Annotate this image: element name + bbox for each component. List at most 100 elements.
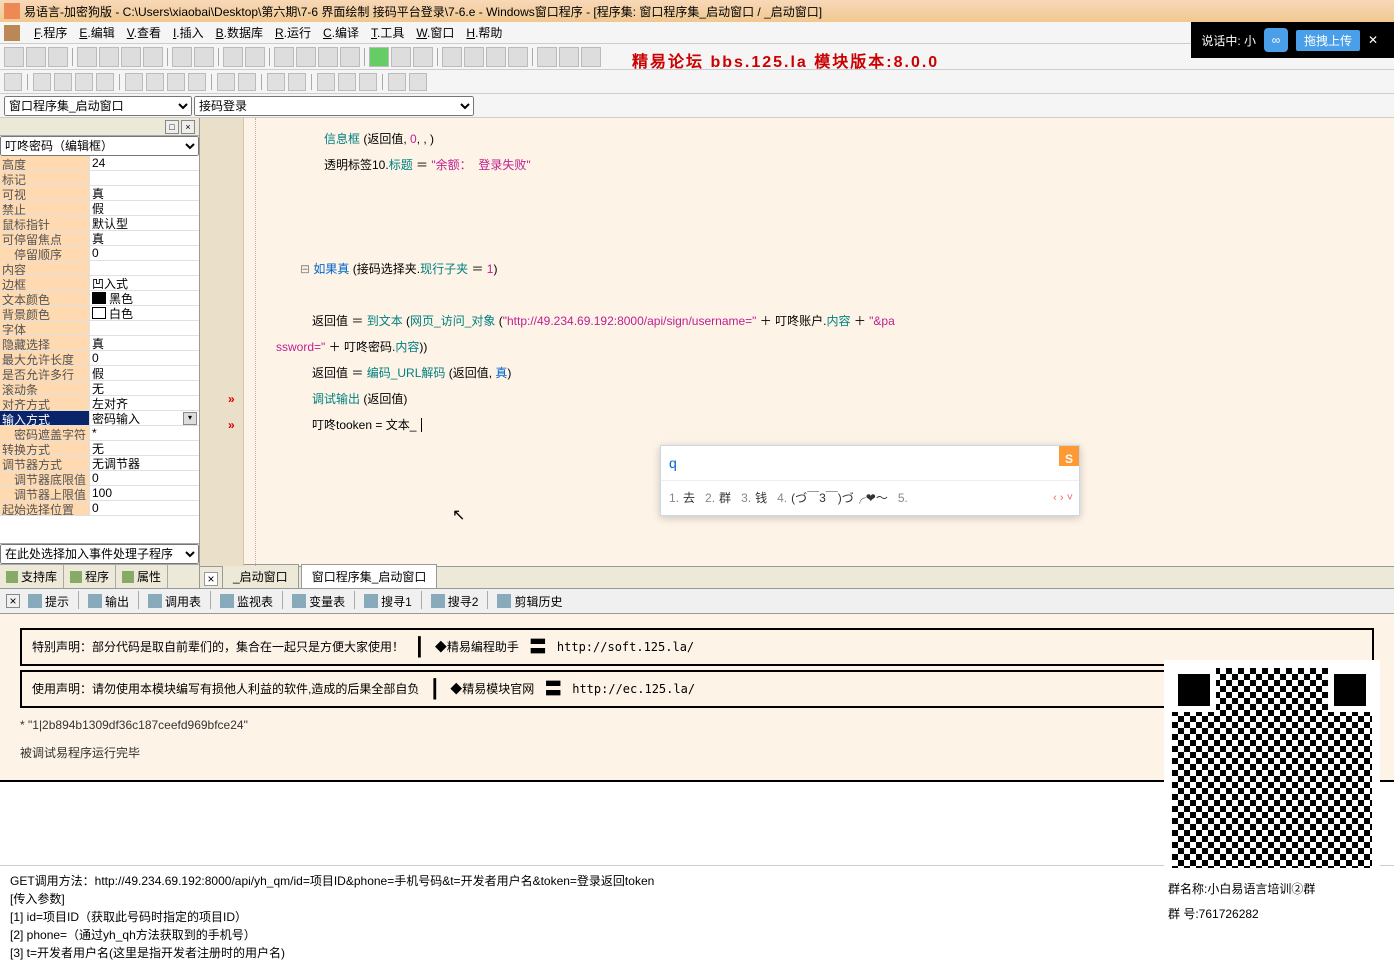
prop-row[interactable]: 最大允许长度0	[0, 351, 199, 366]
tb-help[interactable]	[581, 47, 601, 67]
prop-row[interactable]: 标记	[0, 171, 199, 186]
tb-bm1[interactable]	[274, 47, 294, 67]
prop-row[interactable]: 高度24	[0, 156, 199, 171]
module-select[interactable]: 窗口程序集_启动窗口	[4, 96, 192, 116]
tb-stop[interactable]	[391, 47, 411, 67]
bottom-tab-0[interactable]: 提示	[22, 591, 75, 612]
tb-undo[interactable]	[172, 47, 192, 67]
bottom-tab-7[interactable]: 剪辑历史	[491, 591, 568, 612]
tb2-8[interactable]	[167, 73, 185, 91]
ime-nav-icon[interactable]: ‹ › ˅	[1053, 485, 1073, 511]
prop-row[interactable]: 背景颜色白色	[0, 306, 199, 321]
tb2-11[interactable]	[238, 73, 256, 91]
menu-C.编译[interactable]: C.编译	[317, 26, 365, 40]
bottom-tab-4[interactable]: 变量表	[286, 591, 351, 612]
overlay-close-icon[interactable]: ✕	[1368, 33, 1384, 47]
prop-row[interactable]: 禁止假	[0, 201, 199, 216]
prop-row[interactable]: 可视真	[0, 186, 199, 201]
tb2-16[interactable]	[359, 73, 377, 91]
tb2-15[interactable]	[338, 73, 356, 91]
menu-T.工具[interactable]: T.工具	[365, 26, 410, 40]
tb2-13[interactable]	[288, 73, 306, 91]
prop-row[interactable]: 隐藏选择真	[0, 336, 199, 351]
tb-step1[interactable]	[442, 47, 462, 67]
tb2-3[interactable]	[54, 73, 72, 91]
tb2-7[interactable]	[146, 73, 164, 91]
menu-F.程序[interactable]: F.程序	[28, 26, 73, 40]
tb-step4[interactable]	[508, 47, 528, 67]
tb2-4[interactable]	[75, 73, 93, 91]
lp-close-icon[interactable]: ×	[181, 120, 195, 134]
tb-cut[interactable]	[77, 47, 97, 67]
prop-row[interactable]: 鼠标指针默认型	[0, 216, 199, 231]
tb-find[interactable]	[223, 47, 243, 67]
tab-close-icon[interactable]: ×	[204, 572, 218, 586]
tb2-10[interactable]	[217, 73, 235, 91]
tb2-2[interactable]	[33, 73, 51, 91]
cloud-icon[interactable]: ∞	[1264, 28, 1288, 52]
tb-run[interactable]	[369, 47, 389, 67]
dropdown-icon[interactable]: ▾	[183, 412, 197, 425]
prop-row[interactable]: 字体	[0, 321, 199, 336]
menu-E.编辑[interactable]: E.编辑	[73, 26, 120, 40]
ime-candidates[interactable]: 1.去2.群3.钱4.(づ￣3￣)づ╭❤～5.	[661, 481, 1079, 515]
prop-row[interactable]: 内容	[0, 261, 199, 276]
tb-redo[interactable]	[194, 47, 214, 67]
tb2-1[interactable]	[4, 73, 22, 91]
prop-row[interactable]: 输入方式密码输入▾	[0, 411, 199, 426]
bottom-tab-2[interactable]: 调用表	[142, 591, 207, 612]
menu-I.插入[interactable]: I.插入	[167, 26, 210, 40]
tb2-14[interactable]	[317, 73, 335, 91]
prop-row[interactable]: 密码遮盖字符*	[0, 426, 199, 441]
tb2-12[interactable]	[267, 73, 285, 91]
tb-find2[interactable]	[245, 47, 265, 67]
lp-tab-2[interactable]: 属性	[116, 565, 168, 588]
tb-save[interactable]	[48, 47, 68, 67]
tb2-18[interactable]	[409, 73, 427, 91]
lp-tab-0[interactable]: 支持库	[0, 565, 64, 588]
prop-row[interactable]: 调节器上限值100	[0, 486, 199, 501]
upload-button[interactable]: 拖拽上传	[1296, 30, 1360, 51]
tb-bm4[interactable]	[340, 47, 360, 67]
panel-close-icon[interactable]: ×	[6, 594, 20, 608]
tb-step2[interactable]	[464, 47, 484, 67]
tb2-17[interactable]	[388, 73, 406, 91]
tb-del[interactable]	[143, 47, 163, 67]
menu-R.运行[interactable]: R.运行	[269, 26, 317, 40]
tb2-6[interactable]	[125, 73, 143, 91]
tb-bm2[interactable]	[296, 47, 316, 67]
tb-step3[interactable]	[486, 47, 506, 67]
prop-row[interactable]: 对齐方式左对齐	[0, 396, 199, 411]
prop-row[interactable]: 调节器底限值0	[0, 471, 199, 486]
prop-row[interactable]: 可停留焦点真	[0, 231, 199, 246]
prop-row[interactable]: 文本颜色黑色	[0, 291, 199, 306]
event-select[interactable]: 在此处选择加入事件处理子程序	[0, 544, 199, 564]
tb-pause[interactable]	[413, 47, 433, 67]
prop-row[interactable]: 滚动条无	[0, 381, 199, 396]
prop-row[interactable]: 停留顺序0	[0, 246, 199, 261]
tb2-5[interactable]	[96, 73, 114, 91]
component-select[interactable]: 叮咚密码（编辑框）	[0, 136, 199, 156]
tab-startup-window[interactable]: _启动窗口	[222, 564, 299, 588]
tb-new[interactable]	[4, 47, 24, 67]
menu-W.窗口[interactable]: W.窗口	[410, 26, 460, 40]
tb-b[interactable]	[559, 47, 579, 67]
ime-popup[interactable]: S q 1.去2.群3.钱4.(づ￣3￣)づ╭❤～5. ‹ › ˅	[660, 445, 1080, 516]
prop-row[interactable]: 调节器方式无调节器	[0, 456, 199, 471]
prop-row[interactable]: 边框凹入式	[0, 276, 199, 291]
proc-select[interactable]: 接码登录	[194, 96, 474, 116]
lp-pin-icon[interactable]: □	[165, 120, 179, 134]
tb2-9[interactable]	[188, 73, 206, 91]
menu-B.数据库[interactable]: B.数据库	[210, 26, 269, 40]
bottom-tab-1[interactable]: 输出	[82, 591, 135, 612]
tb-paste[interactable]	[121, 47, 141, 67]
prop-row[interactable]: 是否允许多行假	[0, 366, 199, 381]
bottom-tab-3[interactable]: 监视表	[214, 591, 279, 612]
tb-a[interactable]	[537, 47, 557, 67]
prop-row[interactable]: 起始选择位置0	[0, 501, 199, 516]
tb-copy[interactable]	[99, 47, 119, 67]
tb-bm3[interactable]	[318, 47, 338, 67]
lp-tab-1[interactable]: 程序	[64, 565, 116, 588]
bottom-tab-6[interactable]: 搜寻2	[425, 591, 485, 612]
menu-H.帮助[interactable]: H.帮助	[460, 26, 508, 40]
